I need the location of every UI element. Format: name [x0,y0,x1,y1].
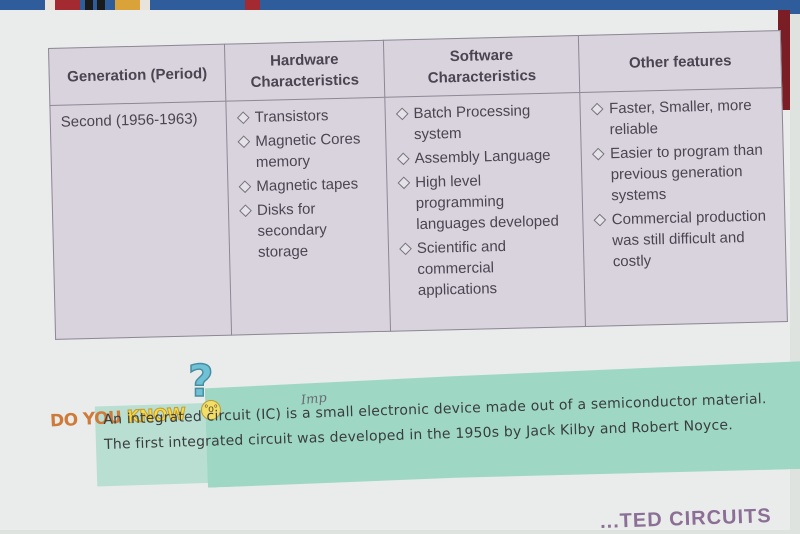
list-item: Faster, Smaller, more reliable [591,94,773,140]
diamond-bullet-icon [239,204,252,218]
list-item: Assembly Language [396,144,571,169]
header-hardware: Hardware Characteristics [224,40,385,102]
diamond-bullet-icon [397,176,411,190]
diamond-bullet-icon [396,152,410,166]
list-item: Disks for secondary storage [239,197,378,263]
list-item: Transistors [236,104,375,128]
list-item: Commercial production was still difficul… [593,205,776,272]
computer-generations-table-wrapper: Generation (Period) Hardware Characteris… [48,30,788,340]
computer-generations-table: Generation (Period) Hardware Characteris… [48,30,788,340]
list-item: Scientific and commercial applications [398,234,575,301]
header-software: Software Characteristics [383,35,581,98]
diamond-bullet-icon [237,135,251,149]
header-generation: Generation (Period) [48,44,226,106]
list-item: Magnetic tapes [238,173,376,197]
do-you-know-callout: ? DO YOU KNOW °o° Imp An integrated circ… [46,355,800,489]
diamond-bullet-icon [236,111,250,125]
table-row: Second (1956-1963) Transistors Magnetic … [49,87,788,340]
diamond-bullet-icon [238,180,252,194]
header-other-features: Other features [578,30,782,93]
list-item: Batch Processing system [395,99,571,145]
diamond-bullet-icon [592,147,606,161]
cell-hardware: Transistors Magnetic Cores memory Magnet… [225,97,391,336]
list-item: Magnetic Cores memory [237,128,376,173]
list-item: High level programming languages develop… [397,168,573,235]
cell-generation: Second (1956-1963) [49,101,232,340]
cell-other-features: Faster, Smaller, more reliable Easier to… [580,87,788,327]
list-item: Easier to program than previous generati… [592,139,774,206]
cell-software: Batch Processing system Assembly Languag… [384,92,586,332]
diamond-bullet-icon [593,213,607,227]
diamond-bullet-icon [591,102,604,116]
diamond-bullet-icon [395,107,409,121]
diamond-bullet-icon [398,242,412,256]
